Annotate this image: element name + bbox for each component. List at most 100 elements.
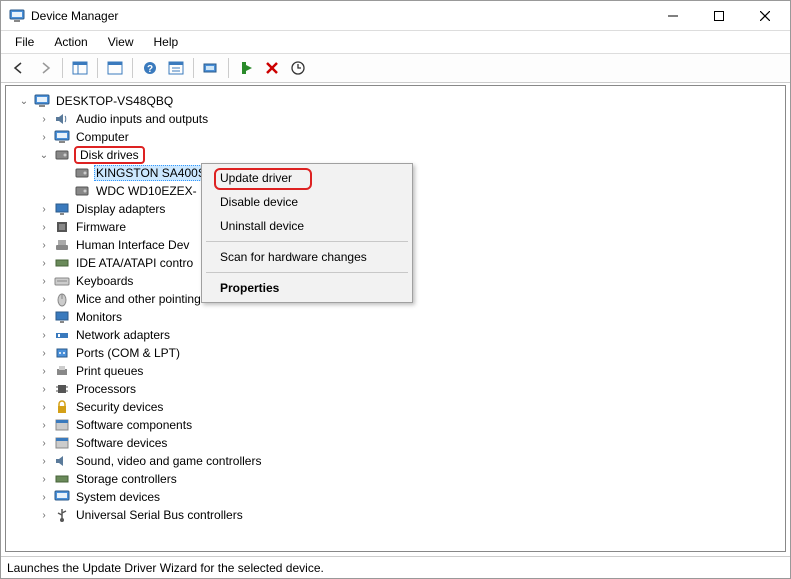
scan-button[interactable] — [199, 57, 223, 79]
expand-icon[interactable]: › — [38, 401, 50, 413]
context-update-driver[interactable]: Update driver — [204, 166, 410, 190]
category-label: Human Interface Dev — [74, 238, 191, 252]
expand-icon[interactable]: › — [38, 257, 50, 269]
device-item[interactable]: › WDC WD10EZEX- — [56, 182, 781, 200]
expand-icon[interactable]: › — [38, 113, 50, 125]
storage-icon — [54, 471, 70, 487]
menu-view[interactable]: View — [100, 33, 142, 51]
expand-icon[interactable]: › — [38, 203, 50, 215]
forward-button[interactable] — [33, 57, 57, 79]
maximize-button[interactable] — [696, 1, 742, 31]
expand-icon[interactable]: › — [38, 329, 50, 341]
category-security[interactable]: › Security devices — [36, 398, 781, 416]
category-label: Ports (COM & LPT) — [74, 346, 182, 360]
software-icon — [54, 435, 70, 451]
category-softdev[interactable]: › Software devices — [36, 434, 781, 452]
expand-icon[interactable]: › — [38, 347, 50, 359]
context-uninstall-device[interactable]: Uninstall device — [204, 214, 410, 238]
menu-action[interactable]: Action — [46, 33, 95, 51]
toolbar: ? — [1, 54, 790, 83]
category-system[interactable]: › System devices — [36, 488, 781, 506]
category-printqueues[interactable]: › Print queues — [36, 362, 781, 380]
usb-icon — [54, 507, 70, 523]
category-label: Software devices — [74, 436, 169, 450]
category-label: Audio inputs and outputs — [74, 112, 210, 126]
expand-icon[interactable]: ⌄ — [18, 95, 30, 107]
category-ports[interactable]: › Ports (COM & LPT) — [36, 344, 781, 362]
menu-help[interactable]: Help — [146, 33, 187, 51]
controller-icon — [54, 255, 70, 271]
category-usb[interactable]: › Universal Serial Bus controllers — [36, 506, 781, 524]
device-tree[interactable]: ⌄ DESKTOP-VS48QBQ › Audio inputs and out… — [10, 92, 781, 524]
tree-root[interactable]: ⌄ DESKTOP-VS48QBQ — [16, 92, 781, 110]
category-softcomp[interactable]: › Software components — [36, 416, 781, 434]
expand-icon[interactable]: › — [38, 221, 50, 233]
category-monitors[interactable]: › Monitors — [36, 308, 781, 326]
show-hide-button[interactable] — [68, 57, 92, 79]
expand-icon[interactable]: › — [38, 311, 50, 323]
security-icon — [54, 399, 70, 415]
toolbar-separator — [62, 58, 63, 78]
category-disk-drives[interactable]: ⌄ Disk drives — [36, 146, 781, 164]
app-icon — [9, 8, 25, 24]
expand-icon[interactable]: › — [38, 455, 50, 467]
minimize-button[interactable] — [650, 1, 696, 31]
expand-icon[interactable]: › — [38, 293, 50, 305]
statusbar-text: Launches the Update Driver Wizard for th… — [7, 561, 324, 575]
category-label: Sound, video and game controllers — [74, 454, 263, 468]
expand-icon[interactable]: › — [38, 509, 50, 521]
category-audio[interactable]: › Audio inputs and outputs — [36, 110, 781, 128]
mouse-icon — [54, 291, 70, 307]
computer-icon — [34, 93, 50, 109]
properties-button[interactable] — [103, 57, 127, 79]
expand-icon[interactable]: › — [38, 275, 50, 287]
help-button[interactable]: ? — [138, 57, 162, 79]
close-button[interactable] — [742, 1, 788, 31]
monitor-icon — [54, 309, 70, 325]
device-item-selected[interactable]: › KINGSTON SA400S — [56, 164, 781, 182]
enable-button[interactable] — [234, 57, 258, 79]
expand-icon[interactable]: › — [38, 419, 50, 431]
display-icon — [54, 201, 70, 217]
expand-icon[interactable]: › — [38, 383, 50, 395]
category-label: IDE ATA/ATAPI contro — [74, 256, 195, 270]
category-sound[interactable]: › Sound, video and game controllers — [36, 452, 781, 470]
expand-icon[interactable]: › — [38, 365, 50, 377]
toolbar-separator — [228, 58, 229, 78]
category-storage[interactable]: › Storage controllers — [36, 470, 781, 488]
speaker-icon — [54, 111, 70, 127]
disk-icon — [74, 165, 90, 181]
software-icon — [54, 417, 70, 433]
category-processors[interactable]: › Processors — [36, 380, 781, 398]
tree-root-label: DESKTOP-VS48QBQ — [54, 94, 175, 108]
expand-icon[interactable]: › — [38, 473, 50, 485]
menu-file[interactable]: File — [7, 33, 42, 51]
window-title: Device Manager — [31, 9, 650, 23]
cpu-icon — [54, 381, 70, 397]
context-scan-hardware[interactable]: Scan for hardware changes — [204, 245, 410, 269]
expand-icon[interactable]: › — [38, 491, 50, 503]
context-separator — [206, 272, 408, 273]
speaker-icon — [54, 453, 70, 469]
context-separator — [206, 241, 408, 242]
expand-icon[interactable]: › — [38, 239, 50, 251]
category-label: Display adapters — [74, 202, 167, 216]
disk-icon — [74, 183, 90, 199]
uninstall-button[interactable] — [260, 57, 284, 79]
toolbar-separator — [97, 58, 98, 78]
context-properties[interactable]: Properties — [204, 276, 410, 300]
action-button[interactable] — [164, 57, 188, 79]
category-label: Firmware — [74, 220, 128, 234]
expand-icon[interactable]: › — [38, 437, 50, 449]
device-tree-panel[interactable]: ⌄ DESKTOP-VS48QBQ › Audio inputs and out… — [5, 85, 786, 552]
category-label: Storage controllers — [74, 472, 179, 486]
context-disable-device[interactable]: Disable device — [204, 190, 410, 214]
category-label: Computer — [74, 130, 131, 144]
category-network[interactable]: › Network adapters — [36, 326, 781, 344]
category-computer[interactable]: › Computer — [36, 128, 781, 146]
collapse-icon[interactable]: ⌄ — [38, 149, 50, 161]
back-button[interactable] — [7, 57, 31, 79]
category-label: Processors — [74, 382, 138, 396]
update-button[interactable] — [286, 57, 310, 79]
expand-icon[interactable]: › — [38, 131, 50, 143]
